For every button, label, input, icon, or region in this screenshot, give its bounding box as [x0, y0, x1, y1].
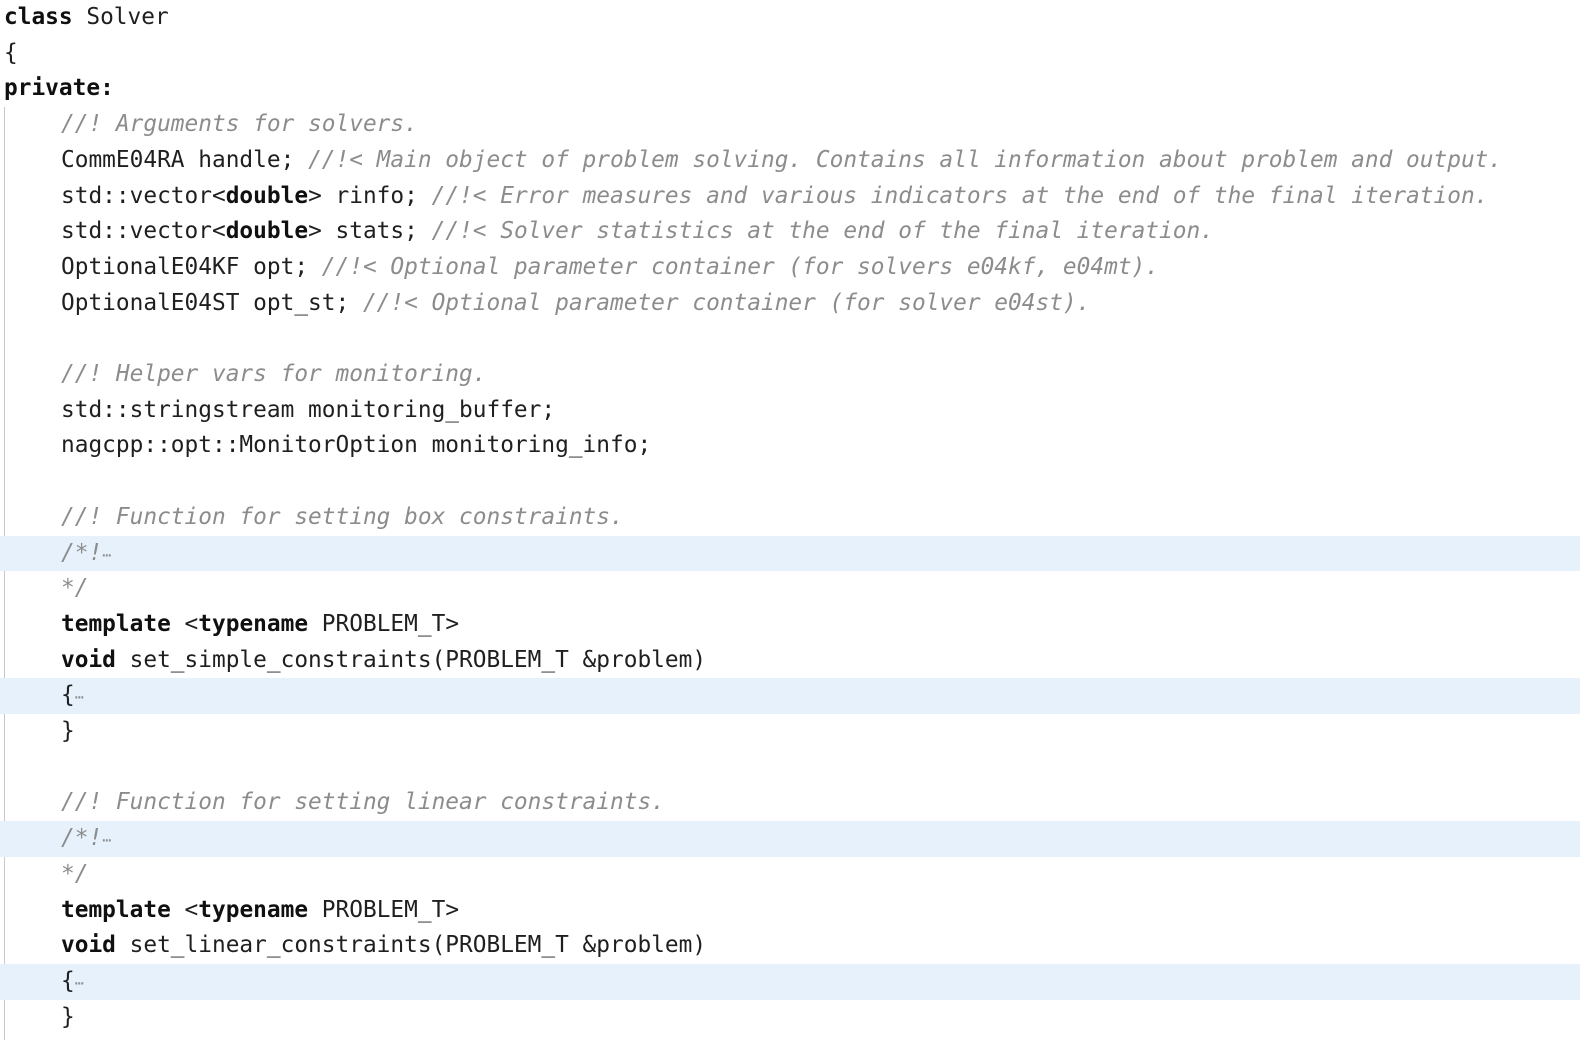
code-text: CommE04RA handle; [61, 146, 309, 173]
comment: //!< Solver statistics at the end of the… [431, 218, 1214, 245]
code-line-comment[interactable]: //! Function for setting linear constrai… [0, 785, 1580, 821]
code-text: std::stringstream monitoring_buffer; [61, 396, 556, 423]
code-text: > rinfo; [308, 182, 432, 209]
comment: /*! [61, 825, 103, 852]
code-line-opt-st[interactable]: OptionalE04ST opt_st; //!< Optional para… [0, 286, 1580, 322]
code-text: std::vector< [61, 182, 226, 209]
code-line-template[interactable]: template <typename PROBLEM_T> [0, 607, 1580, 643]
code-text: OptionalE04ST opt_st; [61, 289, 363, 316]
code-line-close-brace[interactable]: } [0, 1000, 1580, 1036]
code-line-monitoring-buffer[interactable]: std::stringstream monitoring_buffer; [0, 393, 1580, 429]
access-specifier: private: [4, 75, 114, 102]
code-line-open-brace[interactable]: { [0, 36, 1580, 72]
code-text: set_linear_constraints(PROBLEM_T &proble… [115, 932, 707, 959]
code-text: < [170, 896, 199, 923]
code-text: { [61, 682, 75, 709]
code-line-function-signature[interactable]: void set_simple_constraints(PROBLEM_T &p… [0, 643, 1580, 679]
code-line-comment[interactable]: //! Arguments for solvers. [0, 107, 1580, 143]
keyword: void [61, 932, 116, 959]
code-line-comment-end[interactable]: */ [0, 857, 1580, 893]
code-text: } [61, 1003, 75, 1030]
folded-function-body[interactable]: {⋯ [0, 963, 1580, 1000]
code-text: < [170, 610, 199, 637]
fold-ellipsis-icon[interactable]: ⋯ [102, 546, 111, 564]
code-text: { [61, 967, 75, 994]
keyword: template [61, 896, 171, 923]
fold-ellipsis-icon[interactable]: ⋯ [102, 831, 111, 849]
code-text: PROBLEM_T> [308, 610, 460, 637]
code-editor[interactable]: class Solver { private: //! Arguments fo… [0, 0, 1580, 1040]
code-line-comment[interactable]: //! Helper vars for monitoring. [0, 357, 1580, 393]
code-text: } [61, 718, 75, 744]
code-text: OptionalE04KF opt; [61, 253, 322, 280]
code-text: Solver [72, 4, 169, 30]
folded-doc-comment[interactable]: /*!⋯ [0, 821, 1580, 857]
code-text: std::vector< [61, 218, 226, 245]
keyword: class [4, 4, 73, 30]
folded-function-body[interactable]: {⋯ [0, 678, 1580, 714]
folded-doc-comment[interactable]: /*!⋯ [0, 535, 1580, 572]
comment: //! Arguments for solvers. [61, 111, 418, 138]
keyword: typename [198, 896, 309, 923]
comment: //!< Main object of problem solving. Con… [308, 146, 1503, 173]
fold-ellipsis-icon[interactable]: ⋯ [75, 688, 84, 706]
keyword: typename [198, 610, 309, 637]
comment: //! Function for setting linear constrai… [61, 789, 665, 816]
code-line-close-brace[interactable]: } [0, 714, 1580, 750]
comment: //!< Optional parameter container (for s… [321, 253, 1159, 280]
keyword: double [225, 218, 309, 245]
code-text: > stats; [308, 218, 432, 245]
code-text: nagcpp::opt::MonitorOption monitoring_in… [61, 432, 652, 459]
keyword: void [61, 646, 116, 673]
code-line-stats[interactable]: std::vector<double> stats; //!< Solver s… [0, 214, 1580, 250]
code-text: PROBLEM_T> [308, 896, 460, 923]
keyword: template [61, 610, 171, 637]
code-line-comment[interactable]: //! Function for setting box constraints… [0, 500, 1580, 536]
fold-ellipsis-icon[interactable]: ⋯ [75, 974, 84, 992]
code-line-class-decl[interactable]: class Solver [0, 0, 1580, 36]
comment: //!< Optional parameter container (for s… [362, 289, 1091, 316]
code-line-function-signature[interactable]: void set_linear_constraints(PROBLEM_T &p… [0, 928, 1580, 964]
code-line-private[interactable]: private: [0, 71, 1580, 107]
comment: */ [61, 575, 89, 602]
comment: //! Helper vars for monitoring. [61, 361, 487, 387]
code-line-opt[interactable]: OptionalE04KF opt; //!< Optional paramet… [0, 250, 1580, 286]
code-line-comment-end[interactable]: */ [0, 571, 1580, 607]
code-text: { [4, 39, 18, 66]
code-line-monitoring-info[interactable]: nagcpp::opt::MonitorOption monitoring_in… [0, 428, 1580, 464]
code-line-rinfo[interactable]: std::vector<double> rinfo; //!< Error me… [0, 179, 1580, 215]
comment: */ [61, 860, 89, 887]
keyword: double [225, 182, 309, 209]
code-line-template[interactable]: template <typename PROBLEM_T> [0, 893, 1580, 929]
code-line-handle[interactable]: CommE04RA handle; //!< Main object of pr… [0, 143, 1580, 179]
comment: //! Function for setting box constraints… [61, 503, 624, 530]
comment: //!< Error measures and various indicato… [431, 182, 1489, 209]
code-text: set_simple_constraints(PROBLEM_T &proble… [115, 646, 707, 673]
comment: /*! [61, 539, 103, 566]
